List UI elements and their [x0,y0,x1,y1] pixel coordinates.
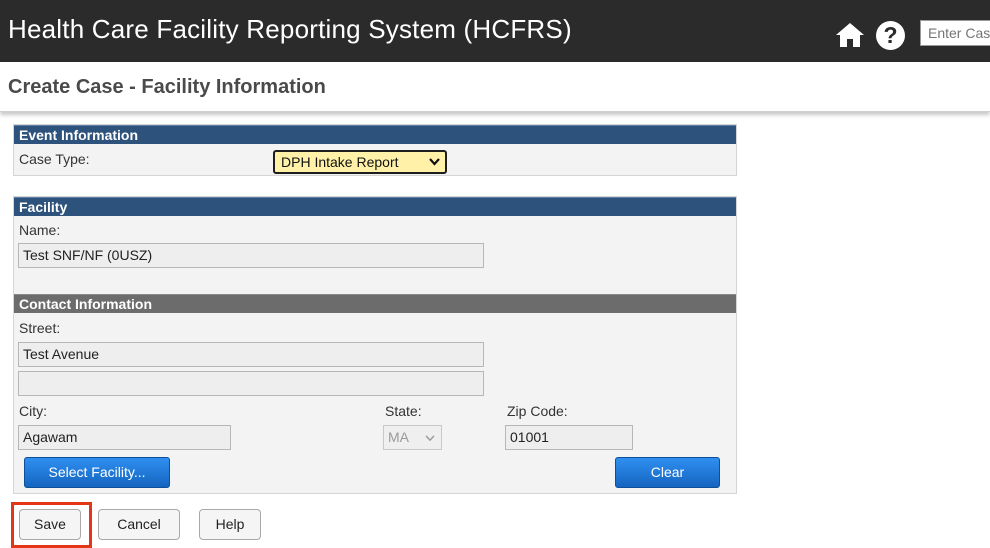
clear-button[interactable]: Clear [615,457,720,488]
contact-information-header: Contact Information [14,294,736,313]
home-icon[interactable] [835,22,865,48]
top-bar: Health Care Facility Reporting System (H… [0,0,990,62]
help-circle-icon[interactable]: ? [876,21,905,50]
zip-code-field: 01001 [505,425,633,450]
chevron-down-icon [429,158,440,166]
page-header: Create Case - Facility Information [0,62,990,112]
zip-code-label: Zip Code: [507,403,568,419]
case-type-select[interactable]: DPH Intake Report [273,150,447,174]
city-label: City: [19,403,47,419]
name-label: Name: [19,222,61,238]
state-select: MA [383,425,442,450]
chevron-down-icon [425,435,435,442]
save-button-highlight [11,502,92,548]
state-label: State: [385,403,422,419]
select-facility-button[interactable]: Select Facility... [24,457,170,488]
case-type-label: Case Type: [19,151,90,167]
facility-name-field: Test SNF/NF (0USZ) [18,243,484,268]
cancel-button[interactable]: Cancel [98,509,180,540]
state-value: MA [388,429,409,445]
page-title: Create Case - Facility Information [8,76,326,98]
case-search-input[interactable] [920,20,990,46]
city-field: Agawam [18,425,231,450]
facility-header: Facility [14,197,736,216]
app-title: Health Care Facility Reporting System (H… [8,14,572,44]
case-type-value: DPH Intake Report [281,154,399,170]
street-line2-field [18,371,484,396]
street-label: Street: [19,320,61,336]
help-button[interactable]: Help [199,509,261,540]
event-information-header: Event Information [14,125,736,144]
street-line1-field: Test Avenue [18,342,484,367]
